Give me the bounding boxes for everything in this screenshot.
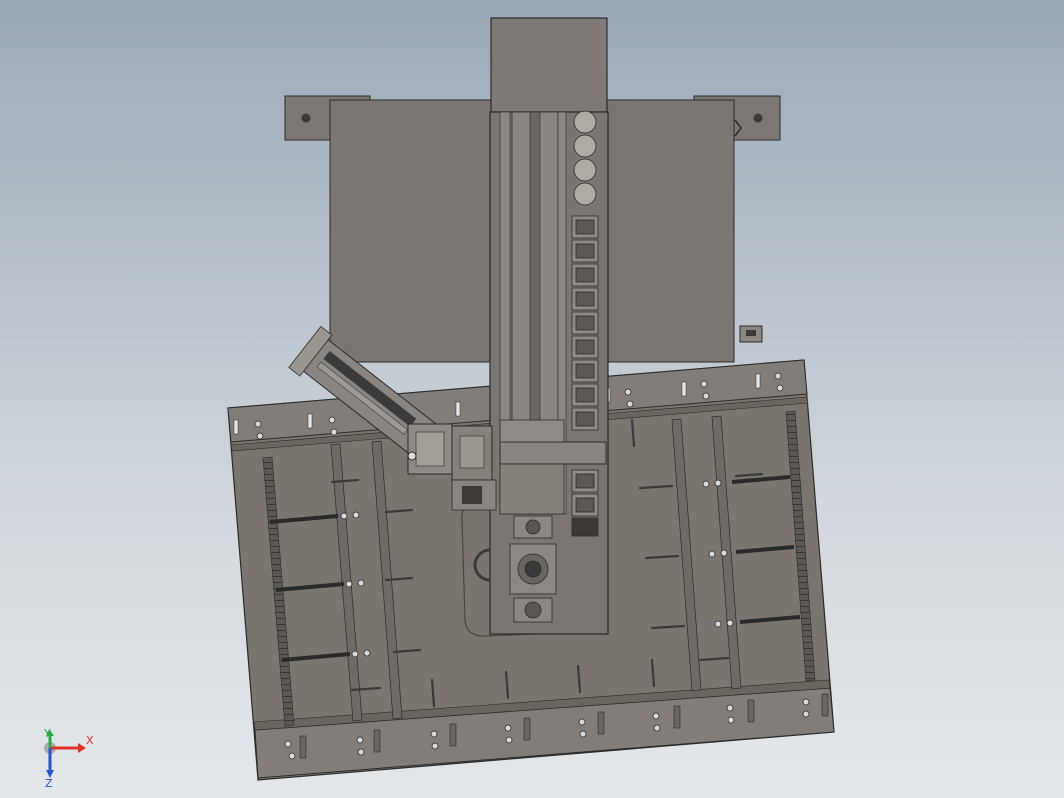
mounting-hole — [301, 113, 311, 123]
bearing-blocks — [509, 515, 557, 623]
carriage-cross-plate — [499, 441, 607, 465]
graphics-viewport[interactable]: X Y Z — [0, 0, 1064, 798]
y-axis-label: Y — [43, 728, 51, 740]
right-bracket-slot — [746, 330, 756, 336]
vertical-linear-axis — [489, 17, 609, 635]
x-axis-label: X — [86, 734, 94, 747]
cable-drag-chain — [571, 215, 599, 537]
carriage-block — [499, 419, 565, 443]
z-axis-label: Z — [45, 777, 53, 788]
cad-model-view[interactable] — [0, 0, 1064, 798]
motor-housing — [490, 17, 608, 113]
coordinate-triad: X Y Z — [43, 728, 94, 788]
mounting-hole — [753, 113, 763, 123]
